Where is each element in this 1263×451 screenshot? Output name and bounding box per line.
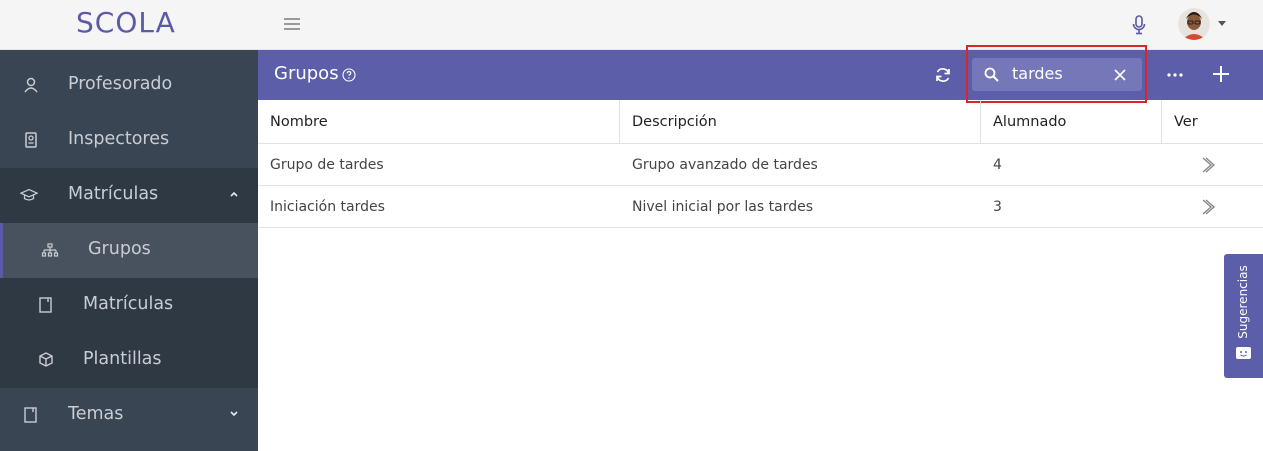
clear-search-icon[interactable] bbox=[1112, 67, 1128, 83]
chevron-up-icon bbox=[230, 191, 238, 197]
content-header: Grupos tardes bbox=[258, 50, 1263, 100]
sidebar-item-profesorado[interactable]: Profesorado bbox=[0, 58, 258, 113]
more-options-icon[interactable] bbox=[1166, 72, 1184, 78]
sidebar-item-label: Matrículas bbox=[83, 294, 174, 314]
search-icon bbox=[984, 67, 999, 82]
sidebar-item-grupos[interactable]: Grupos bbox=[0, 223, 258, 278]
menu-toggle-icon[interactable] bbox=[284, 16, 302, 32]
notebook-icon bbox=[39, 297, 52, 313]
graduation-cap-icon bbox=[20, 188, 38, 201]
sidebar-item-label: Grupos bbox=[88, 239, 151, 259]
top-bar: SCOLA bbox=[0, 0, 1263, 50]
cell-nombre: Iniciación tardes bbox=[270, 198, 385, 215]
cell-descripcion: Grupo avanzado de tardes bbox=[632, 156, 818, 173]
sidebar-item-temas[interactable]: Temas bbox=[0, 388, 258, 443]
sidebar-item-inspectores[interactable]: Inspectores bbox=[0, 113, 258, 168]
user-icon bbox=[24, 77, 38, 93]
account-dropdown-caret-icon[interactable] bbox=[1218, 21, 1226, 26]
add-icon[interactable] bbox=[1212, 65, 1230, 83]
refresh-icon[interactable] bbox=[933, 65, 953, 85]
sidebar-item-label: Temas bbox=[68, 404, 124, 424]
sidebar-item-label: Profesorado bbox=[68, 74, 173, 94]
cell-descripcion: Nivel inicial por las tardes bbox=[632, 198, 814, 215]
cube-icon bbox=[39, 352, 53, 367]
table-header-row: Nombre Descripción Alumnado Ver bbox=[258, 100, 1263, 144]
microphone-icon[interactable] bbox=[1130, 14, 1148, 36]
sidebar: Profesorado Inspectores Matrículas Grupo… bbox=[0, 50, 258, 451]
cell-nombre: Grupo de tardes bbox=[270, 156, 384, 173]
sidebar-item-matriculas-group[interactable]: Matrículas bbox=[0, 168, 258, 223]
sidebar-item-label: Inspectores bbox=[68, 129, 170, 149]
help-icon[interactable] bbox=[342, 68, 356, 82]
table-row[interactable]: Grupo de tardes Grupo avanzado de tardes… bbox=[258, 144, 1263, 186]
avatar[interactable] bbox=[1178, 8, 1210, 40]
sidebar-item-label: Plantillas bbox=[83, 349, 162, 369]
chat-icon bbox=[1236, 347, 1251, 359]
hierarchy-icon bbox=[41, 243, 59, 257]
cell-alumnado: 3 bbox=[993, 198, 1002, 215]
cell-alumnado: 4 bbox=[993, 156, 1002, 173]
table-row[interactable]: Iniciación tardes Nivel inicial por las … bbox=[258, 186, 1263, 228]
column-header-alumnado[interactable]: Alumnado bbox=[981, 100, 1162, 143]
feedback-tab[interactable]: Sugerencias bbox=[1224, 254, 1263, 378]
groups-table: Nombre Descripción Alumnado Ver Grupo de… bbox=[258, 100, 1263, 228]
search-value: tardes bbox=[1012, 64, 1063, 83]
sidebar-item-plantillas[interactable]: Plantillas bbox=[0, 333, 258, 388]
column-header-descripcion[interactable]: Descripción bbox=[620, 100, 981, 143]
column-header-ver: Ver bbox=[1174, 113, 1198, 130]
page-title: Grupos bbox=[274, 63, 339, 84]
app-logo[interactable]: SCOLA bbox=[76, 6, 176, 39]
search-input[interactable]: tardes bbox=[972, 58, 1142, 91]
chevron-right-icon[interactable] bbox=[1201, 156, 1215, 174]
column-header-nombre[interactable]: Nombre bbox=[258, 100, 620, 143]
sidebar-item-label: Matrículas bbox=[68, 184, 159, 204]
badge-icon bbox=[25, 132, 37, 148]
sidebar-item-matriculas[interactable]: Matrículas bbox=[0, 278, 258, 333]
feedback-label: Sugerencias bbox=[1236, 265, 1250, 339]
notebook-icon bbox=[24, 407, 37, 423]
chevron-right-icon[interactable] bbox=[1201, 198, 1215, 216]
chevron-down-icon bbox=[230, 411, 238, 417]
